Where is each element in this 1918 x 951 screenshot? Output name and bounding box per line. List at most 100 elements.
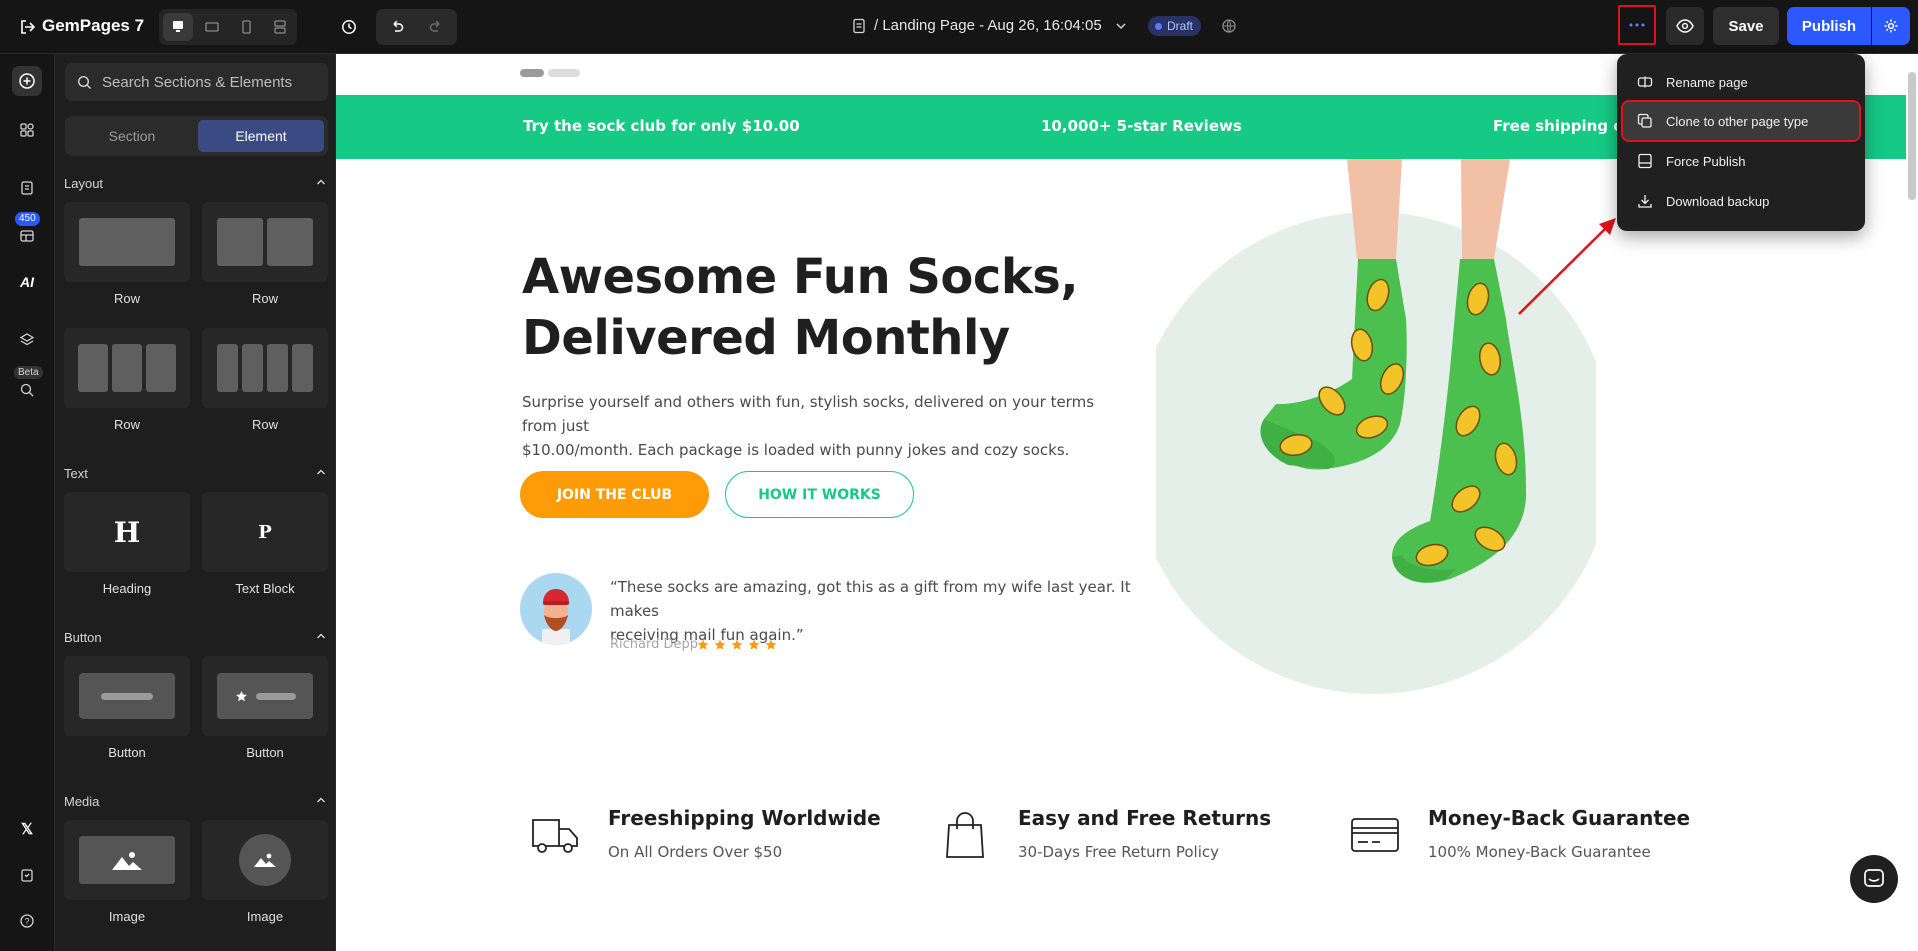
undo-redo-group: [376, 9, 457, 45]
more-options-menu: Rename page Clone to other page type For…: [1617, 54, 1865, 231]
carousel-dot[interactable]: [548, 69, 580, 77]
redo-icon[interactable]: [418, 12, 454, 42]
element-icon-button[interactable]: [202, 656, 328, 736]
mobile-view-icon[interactable]: [231, 13, 261, 41]
avatar: [520, 573, 592, 645]
undo-icon[interactable]: [379, 12, 415, 42]
preview-button[interactable]: [1666, 7, 1704, 45]
image-preview: [239, 834, 291, 886]
publish-button[interactable]: Publish: [1787, 7, 1871, 45]
group-header-text[interactable]: Text: [64, 466, 327, 482]
hero-title: Awesome Fun Socks, Delivered Monthly: [522, 247, 1079, 369]
search-audit-icon[interactable]: [13, 376, 41, 404]
menu-item-label: Force Publish: [1666, 153, 1746, 169]
download-icon: [1638, 195, 1652, 208]
element-heading[interactable]: H: [64, 492, 190, 572]
element-row-4col[interactable]: [202, 328, 328, 408]
element-image[interactable]: [64, 820, 190, 900]
ai-icon[interactable]: AI: [13, 268, 41, 296]
feature-subtitle: 100% Money-Back Guarantee: [1428, 843, 1651, 861]
heading-icon: H: [113, 515, 141, 549]
page-title-dropdown[interactable]: / Landing Page - Aug 26, 16:04:05: [852, 17, 1128, 34]
how-it-works-button[interactable]: HOW IT WORKS: [725, 471, 914, 518]
exit-icon[interactable]: [14, 13, 42, 41]
group-header-button[interactable]: Button: [64, 630, 327, 646]
menu-item-label: Rename page: [1666, 74, 1748, 90]
element-label: Row: [113, 291, 140, 306]
paragraph-icon: P: [258, 521, 272, 543]
group-title-layout: Layout: [64, 176, 104, 191]
menu-item-rename-page[interactable]: Rename page: [1623, 63, 1859, 101]
menu-item-download-backup[interactable]: Download backup: [1623, 182, 1859, 220]
star-icon: [748, 639, 760, 650]
menu-item-label: Clone to other page type: [1666, 113, 1809, 129]
chevron-up-icon: [317, 469, 325, 475]
row-preview: [292, 344, 313, 392]
menu-item-force-publish[interactable]: Force Publish: [1623, 142, 1859, 180]
add-elements-icon[interactable]: [12, 66, 42, 96]
hero-description-line: $10.00/month. Each package is loaded wit…: [522, 441, 1070, 459]
element-label: Image: [246, 909, 284, 924]
tablet-view-icon[interactable]: [197, 13, 227, 41]
layers-icon[interactable]: [13, 326, 41, 354]
element-text-block[interactable]: P: [202, 492, 328, 572]
chat-widget-button[interactable]: [1850, 855, 1898, 903]
custom-view-icon[interactable]: [265, 13, 295, 41]
rating-stars: [697, 639, 777, 651]
element-row-2col[interactable]: [202, 202, 328, 282]
group-header-layout[interactable]: Layout: [64, 176, 327, 192]
element-label: Heading: [102, 581, 152, 596]
element-row-1col[interactable]: [64, 202, 190, 282]
row-preview: [217, 218, 263, 266]
image-icon: [254, 853, 276, 867]
sections-library-icon[interactable]: [13, 116, 41, 144]
menu-item-clone-page-type[interactable]: Clone to other page type: [1621, 100, 1861, 142]
chevron-up-icon: [317, 179, 325, 185]
save-button[interactable]: Save: [1713, 7, 1779, 45]
element-label: Row: [251, 417, 278, 432]
tab-section[interactable]: Section: [69, 120, 195, 152]
group-title-text: Text: [64, 466, 88, 481]
x-social-icon[interactable]: 𝕏: [13, 815, 41, 843]
tab-element[interactable]: Element: [198, 120, 324, 152]
elements-panel: Search Sections & Elements Section Eleme…: [55, 54, 336, 951]
templates-icon[interactable]: [13, 222, 41, 250]
announcement-text: Try the sock club for only $10.00: [523, 117, 800, 135]
shopping-bag-icon: [946, 812, 984, 858]
row-preview: [267, 344, 288, 392]
search-input[interactable]: Search Sections & Elements: [65, 63, 328, 101]
row-preview: [217, 344, 238, 392]
feature-title: Money-Back Guarantee: [1428, 806, 1691, 830]
clipboard-icon[interactable]: [13, 861, 41, 889]
star-icon: [714, 639, 726, 650]
app-logo: GemPages 7: [42, 16, 145, 35]
group-title-button: Button: [64, 630, 102, 645]
button-preview: [217, 673, 313, 719]
more-options-button[interactable]: [1618, 5, 1656, 45]
scrollbar-thumb[interactable]: [1908, 72, 1916, 200]
help-icon[interactable]: ?: [13, 907, 41, 935]
element-label: Image: [108, 909, 146, 924]
publish-settings-button[interactable]: [1872, 7, 1910, 45]
hero-title-line: Awesome Fun Socks,: [522, 249, 1079, 305]
globe-icon[interactable]: [1218, 15, 1240, 37]
group-header-media[interactable]: Media: [64, 794, 327, 810]
eye-icon: [1676, 19, 1694, 33]
pages-icon[interactable]: [13, 174, 41, 202]
carousel-dot-active[interactable]: [520, 69, 544, 77]
desktop-view-icon[interactable]: [163, 13, 193, 41]
join-club-button[interactable]: JOIN THE CLUB: [520, 471, 709, 518]
menu-item-label: Download backup: [1666, 193, 1770, 209]
hero-description: Surprise yourself and others with fun, s…: [522, 390, 1122, 462]
element-image-circle[interactable]: [202, 820, 328, 900]
element-button[interactable]: [64, 656, 190, 736]
chevron-down-icon: [1116, 22, 1126, 29]
credit-card-icon: [1351, 818, 1399, 852]
history-icon[interactable]: [334, 12, 364, 42]
hero-title-line: Delivered Monthly: [522, 310, 1010, 366]
row-preview: [267, 218, 313, 266]
group-title-media: Media: [64, 794, 100, 809]
element-row-3col[interactable]: [64, 328, 190, 408]
star-icon: [765, 639, 777, 650]
canvas-scrollbar[interactable]: [1906, 54, 1918, 951]
